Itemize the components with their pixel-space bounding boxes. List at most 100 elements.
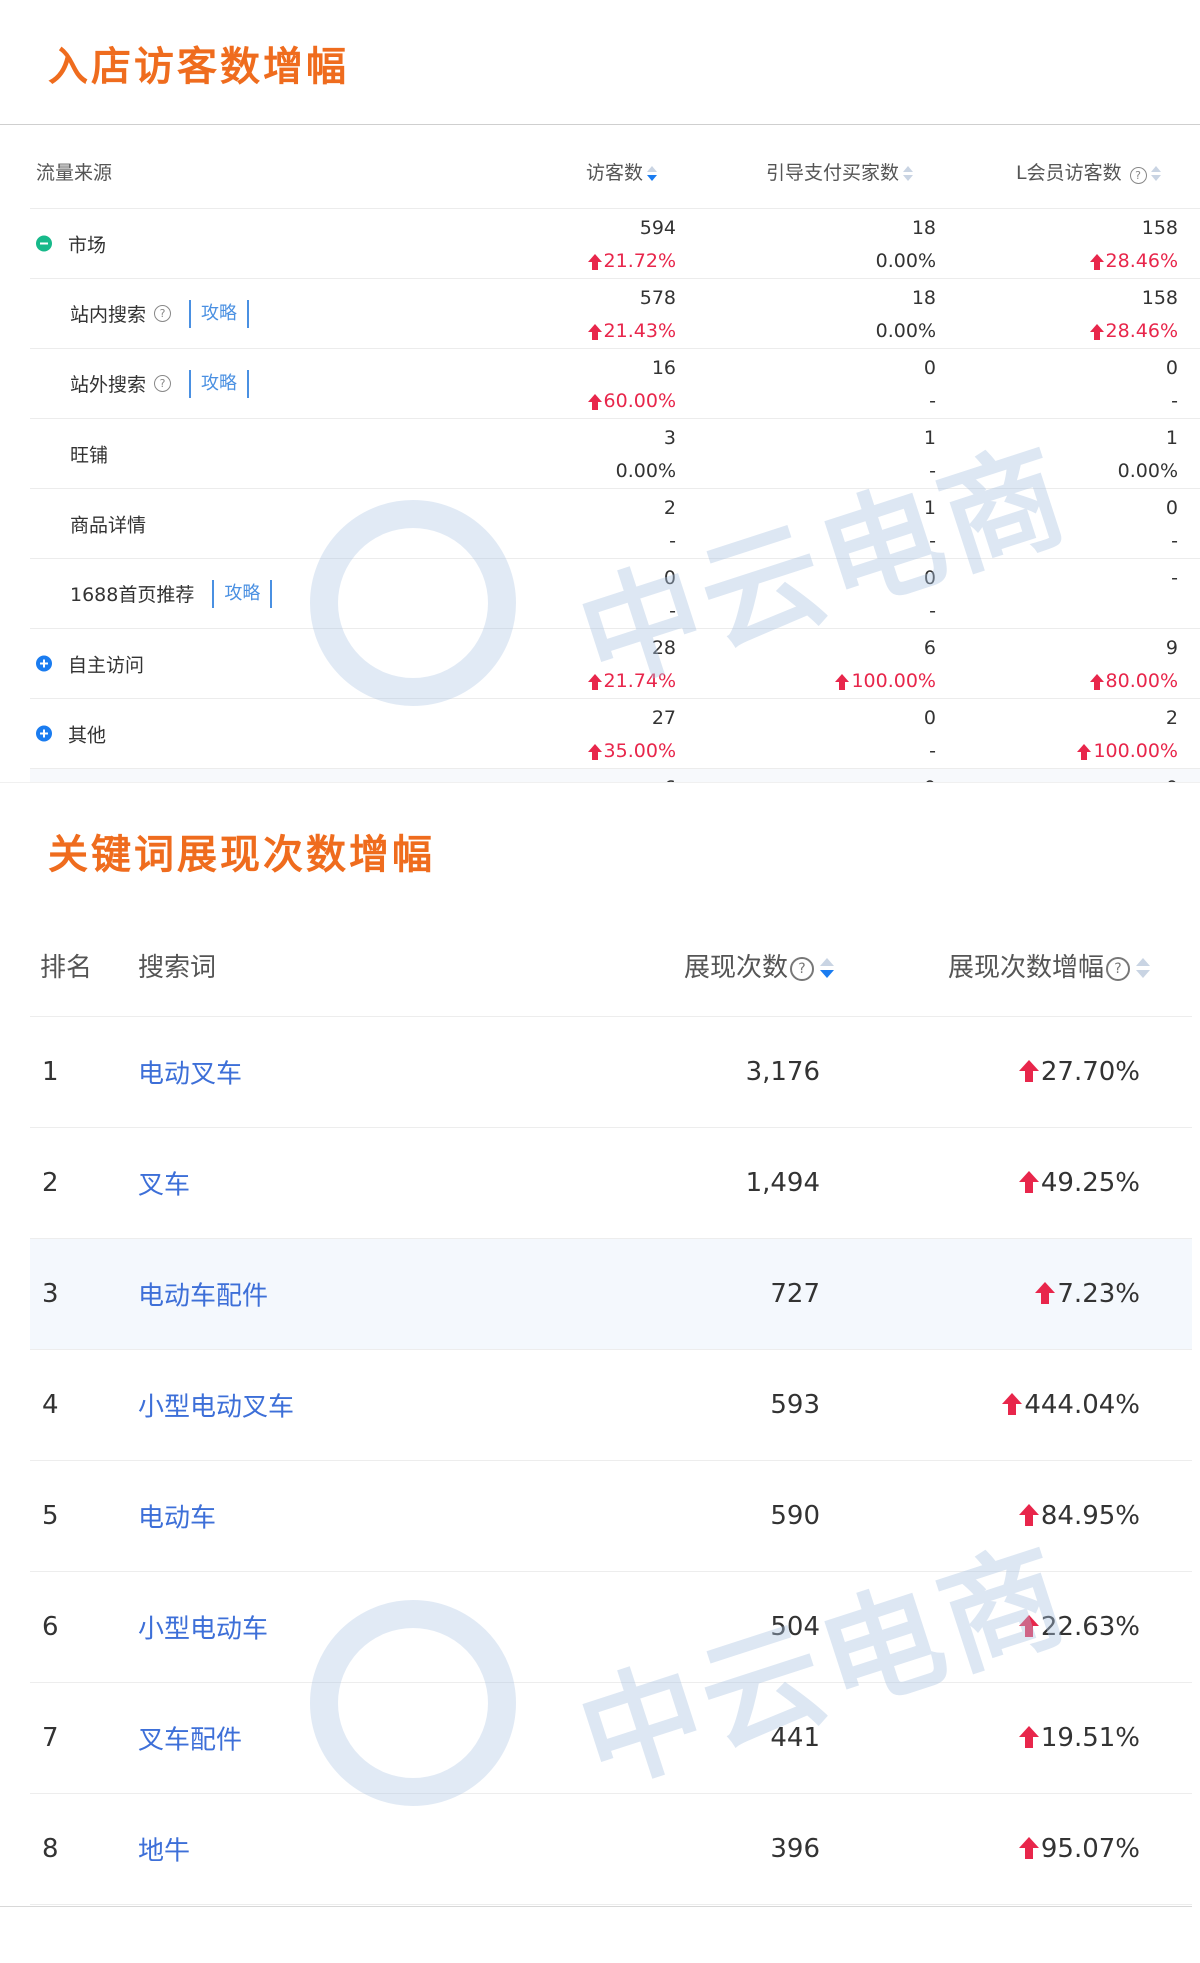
arrow-up-icon xyxy=(1018,1503,1039,1526)
cell-value: 27 xyxy=(651,707,676,729)
cell-change-text: 0.00% xyxy=(1117,460,1178,482)
cell-value: 9 xyxy=(1165,637,1178,659)
cell-visitors: 3 0.00% xyxy=(616,422,676,488)
cell-change: 0.00% xyxy=(616,455,676,488)
sort-icon[interactable] xyxy=(1136,957,1151,980)
cell-value: 28 xyxy=(651,637,676,659)
cell-buyers: 6 100.00% xyxy=(835,632,936,698)
row-label-text: 商品详情 xyxy=(70,514,147,536)
expand-icon[interactable] xyxy=(36,655,52,672)
row-label: 站外搜索? 攻略 xyxy=(70,369,250,398)
cell-change-text: 100.00% xyxy=(1093,740,1178,762)
table-row: 1688首页推荐 攻略 0-0- - xyxy=(30,559,1200,629)
growth-cell: 7.23% xyxy=(1035,1279,1140,1309)
arrow-up-icon xyxy=(587,743,602,760)
cell-change-text: 28.46% xyxy=(1105,320,1178,342)
cell-value: 0 xyxy=(923,707,936,729)
keyword-link[interactable]: 电动车 xyxy=(138,1498,216,1535)
growth-text: 19.51% xyxy=(1040,1723,1140,1753)
cell-visitors: 578 21.43% xyxy=(587,282,676,348)
bottom-divider xyxy=(0,1906,1192,1907)
growth-text: 22.63% xyxy=(1040,1612,1140,1642)
growth-cell: 22.63% xyxy=(1018,1612,1140,1642)
impressions-cell: 441 xyxy=(770,1723,820,1753)
cell-change-text: 0.00% xyxy=(875,250,936,272)
help-icon[interactable]: ? xyxy=(154,305,172,322)
help-icon[interactable]: ? xyxy=(1106,956,1131,981)
sort-icon[interactable] xyxy=(903,165,914,182)
section-divider xyxy=(0,782,1200,783)
row-label-text: 站外搜索 xyxy=(70,374,147,396)
row-label: 自主访问 xyxy=(36,650,144,677)
cell-visitors: 0- xyxy=(664,562,676,628)
col-header-members[interactable]: L会员访客数? xyxy=(1016,158,1161,185)
row-label: 站内搜索? 攻略 xyxy=(70,299,250,328)
cell-value: 0 xyxy=(923,567,936,589)
arrow-up-icon xyxy=(1018,1059,1039,1082)
keyword-link[interactable]: 叉车配件 xyxy=(138,1720,242,1757)
keyword-link[interactable]: 电动车配件 xyxy=(138,1276,268,1313)
growth-cell: 49.25% xyxy=(1018,1168,1140,1198)
cell-value: 0 xyxy=(1165,497,1178,519)
cell-change: - xyxy=(924,385,936,418)
cell-change-text: - xyxy=(1171,530,1178,552)
col-header-growth-label: 展现次数增幅 xyxy=(948,953,1105,983)
col-header-rank: 排名 xyxy=(40,953,93,983)
col-header-visitors[interactable]: 访客数 xyxy=(586,158,658,185)
table-row[interactable]: 2 叉车 1,494 49.25% xyxy=(30,1128,1192,1239)
help-icon[interactable]: ? xyxy=(1129,167,1147,184)
table-row[interactable]: 6 小型电动车 504 22.63% xyxy=(30,1572,1192,1683)
cell-change-text: - xyxy=(929,600,936,622)
strategy-link[interactable]: 攻略 xyxy=(212,579,273,608)
row-label-text: 市场 xyxy=(68,234,107,256)
cell-change: 21.72% xyxy=(587,245,676,278)
cell-value: 3 xyxy=(663,427,676,449)
keyword-link[interactable]: 小型电动叉车 xyxy=(138,1387,294,1424)
sort-icon[interactable] xyxy=(820,957,835,980)
keyword-link[interactable]: 小型电动车 xyxy=(138,1609,268,1646)
sort-icon[interactable] xyxy=(1150,165,1161,182)
cell-value: 0 xyxy=(1165,357,1178,379)
strategy-link[interactable]: 攻略 xyxy=(189,369,250,398)
row-label-text: 旺铺 xyxy=(70,444,109,466)
cell-value: 6 xyxy=(664,772,676,782)
help-icon[interactable]: ? xyxy=(154,375,172,392)
col-header-impressions[interactable]: 展现次数? xyxy=(684,947,835,984)
table-row[interactable]: 1 电动叉车 3,176 27.70% xyxy=(30,1017,1192,1128)
cell-change: 60.00% xyxy=(587,385,676,418)
cell-visitors: 28 21.74% xyxy=(587,632,676,698)
cell-value: 2 xyxy=(663,497,676,519)
growth-text: 444.04% xyxy=(1024,1390,1140,1420)
cell-change: 0.00% xyxy=(1118,455,1178,488)
arrow-up-icon xyxy=(1089,323,1104,340)
strategy-link[interactable]: 攻略 xyxy=(189,299,250,328)
cell-buyers: 0- xyxy=(924,562,936,628)
cell-value: 1 xyxy=(923,427,936,449)
table-row[interactable]: 7 叉车配件 441 19.51% xyxy=(30,1683,1192,1794)
col-header-buyers[interactable]: 引导支付买家数 xyxy=(766,158,914,185)
collapse-icon[interactable] xyxy=(36,235,52,252)
help-icon[interactable]: ? xyxy=(790,956,815,981)
table-row[interactable]: 5 电动车 590 84.95% xyxy=(30,1461,1192,1572)
rank-cell: 4 xyxy=(42,1390,59,1420)
cell-change-text: - xyxy=(929,740,936,762)
cell-members: 2 100.00% xyxy=(1077,702,1178,768)
table-row[interactable]: 3 电动车配件 727 7.23% xyxy=(30,1239,1192,1350)
cell-value: 0 xyxy=(1166,772,1178,782)
cell-change: 100.00% xyxy=(1077,735,1178,768)
col-header-growth[interactable]: 展现次数增幅? xyxy=(948,947,1151,984)
keyword-link[interactable]: 叉车 xyxy=(138,1165,190,1202)
keyword-link[interactable]: 地牛 xyxy=(138,1831,190,1868)
sort-icon[interactable] xyxy=(647,165,658,182)
cell-change: 80.00% xyxy=(1089,665,1178,698)
cell-change: - xyxy=(924,735,936,768)
cell-value: 18 xyxy=(911,217,936,239)
table-row[interactable]: 4 小型电动叉车 593 444.04% xyxy=(30,1350,1192,1461)
cell-change: 28.46% xyxy=(1089,245,1178,278)
cell-visitors: 594 21.72% xyxy=(587,212,676,278)
table-row[interactable]: 8 地牛 396 95.07% xyxy=(30,1794,1192,1905)
expand-icon[interactable] xyxy=(36,725,52,742)
keyword-link[interactable]: 电动叉车 xyxy=(138,1054,242,1091)
growth-text: 95.07% xyxy=(1040,1834,1140,1864)
cell-change-text: - xyxy=(1171,567,1178,589)
